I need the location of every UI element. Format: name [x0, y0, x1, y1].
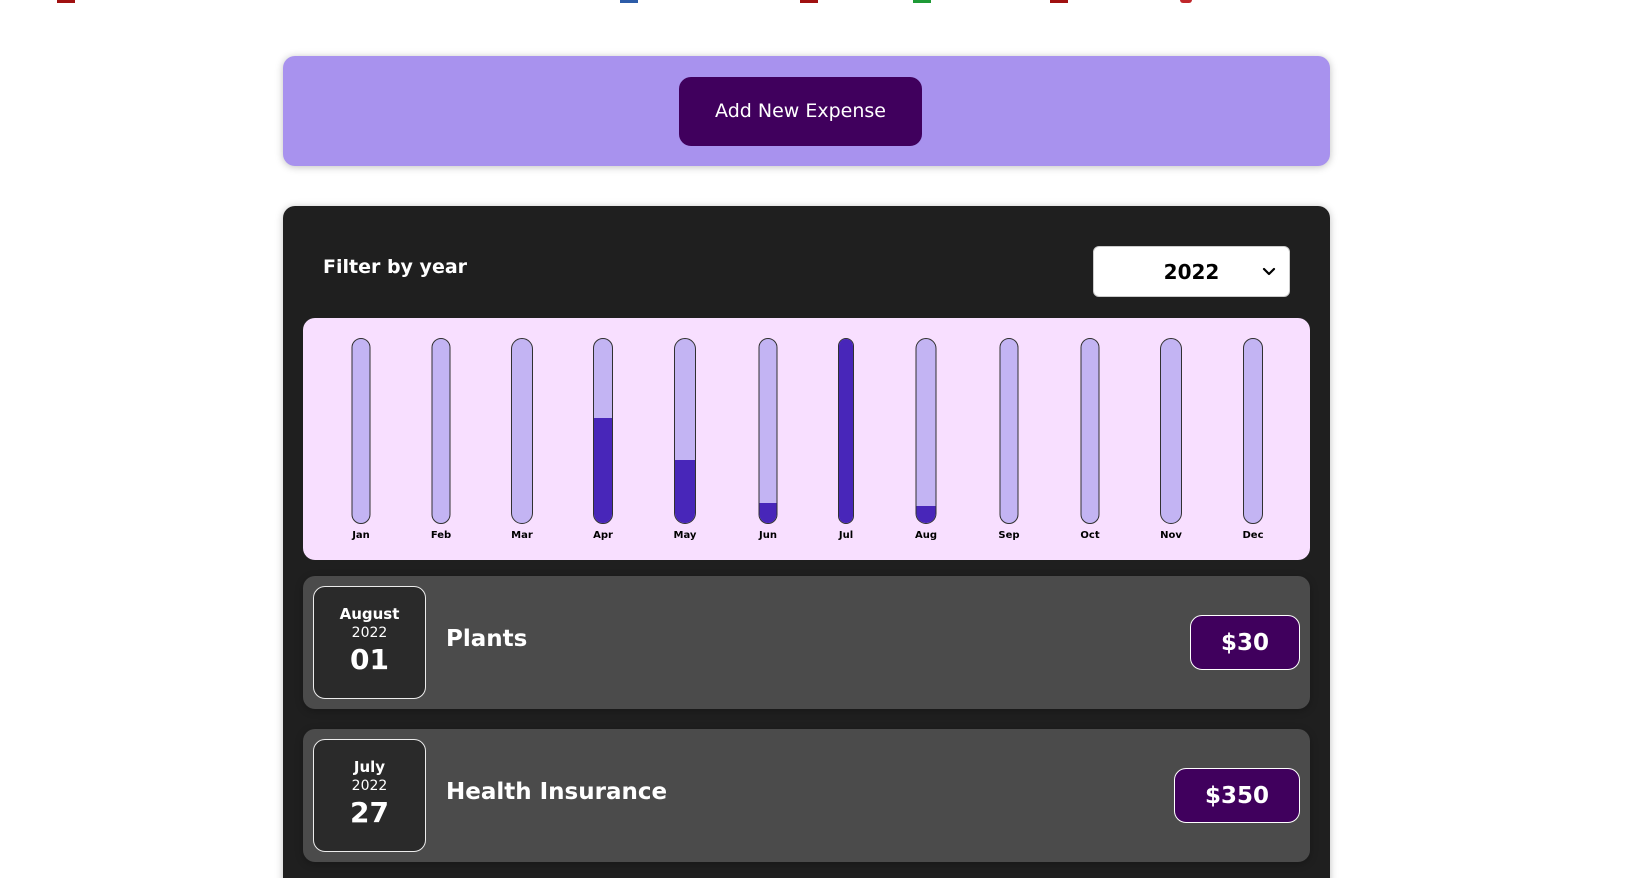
chart-bar-track — [1080, 338, 1100, 524]
chart-bar-sep: Sep — [989, 338, 1029, 548]
expense-title: Health Insurance — [446, 779, 668, 805]
chart-bar-label: Jun — [759, 530, 777, 541]
chart-bar-label: Oct — [1080, 530, 1100, 541]
expense-date-month: August — [339, 605, 400, 623]
expense-date: August 2022 01 — [313, 586, 426, 699]
chart-bar-dec: Dec — [1233, 338, 1273, 548]
chart-bar-label: Aug — [914, 530, 938, 541]
expenses-panel: Filter by year 2022 Jan Feb Mar Apr May Jun Ju… — [283, 206, 1330, 878]
expense-amount: $350 — [1173, 768, 1300, 823]
expense-date: July 2022 27 — [313, 739, 426, 852]
chart-bar-oct: Oct — [1070, 338, 1110, 548]
chart-bar-label: Mar — [511, 530, 533, 541]
expense-amount: $30 — [1189, 615, 1300, 670]
expense-item: July 2022 27 Health Insurance $350 — [303, 729, 1310, 862]
chart-bar-track — [758, 338, 778, 524]
expense-date-month: July — [353, 758, 386, 776]
expense-date-year: 2022 — [351, 625, 388, 641]
chart-bar-fill — [839, 339, 853, 523]
expense-tracker-app: Add New Expense Filter by year 2022 Jan F… — [0, 0, 1636, 878]
expenses-chart: Jan Feb Mar Apr May Jun Jul Aug Sep Oct Nov Dec — [303, 318, 1310, 560]
chart-bar-apr: Apr — [583, 338, 623, 548]
chart-bar-label: Apr — [593, 530, 613, 541]
chart-bar-jan: Jan — [341, 338, 381, 548]
expense-date-day: 01 — [350, 643, 389, 676]
chart-bar-track — [511, 338, 533, 524]
chart-bar-label: Jul — [838, 530, 854, 541]
chart-bar-nov: Nov — [1151, 338, 1191, 548]
chart-bar-track — [915, 338, 937, 524]
expense-title: Plants — [446, 626, 528, 652]
year-select-value: 2022 — [1163, 259, 1220, 284]
add-new-expense-button[interactable]: Add New Expense — [679, 76, 922, 146]
chart-bar-aug: Aug — [906, 338, 946, 548]
chart-bar-jun: Jun — [748, 338, 788, 548]
chevron-down-icon — [1262, 267, 1276, 276]
chart-bar-track — [593, 338, 613, 524]
chart-bar-fill — [594, 418, 612, 523]
chart-bar-label: Nov — [1160, 530, 1182, 541]
chart-bar-track — [838, 338, 854, 524]
chart-bar-fill — [759, 502, 777, 523]
chart-bar-mar: Mar — [502, 338, 542, 548]
chart-bar-jul: Jul — [826, 338, 866, 548]
chart-bar-label: Sep — [998, 530, 1020, 541]
chart-bar-fill — [675, 460, 695, 523]
chart-bar-fill — [916, 506, 936, 523]
chart-bar-feb: Feb — [421, 338, 461, 548]
expense-date-day: 27 — [350, 796, 389, 829]
chart-bar-track — [351, 338, 371, 524]
chart-bar-track — [999, 338, 1019, 524]
chart-bar-track — [431, 338, 451, 524]
new-expense-panel: Add New Expense — [283, 56, 1330, 166]
chart-bar-label: Jan — [352, 530, 370, 541]
year-select[interactable]: 2022 — [1093, 246, 1290, 297]
expense-item: August 2022 01 Plants $30 — [303, 576, 1310, 709]
cut-off-toolbar-marks — [0, 0, 1636, 4]
expenses-filter: Filter by year 2022 — [283, 206, 1330, 316]
chart-bar-may: May — [665, 338, 705, 548]
chart-bar-label: Dec — [1242, 530, 1264, 541]
chart-bar-label: May — [673, 530, 697, 541]
chart-bar-label: Feb — [430, 530, 452, 541]
chart-bar-track — [1160, 338, 1182, 524]
filter-label: Filter by year — [323, 256, 468, 278]
expense-date-year: 2022 — [351, 778, 388, 794]
chart-bar-track — [674, 338, 696, 524]
chart-bar-track — [1243, 338, 1263, 524]
